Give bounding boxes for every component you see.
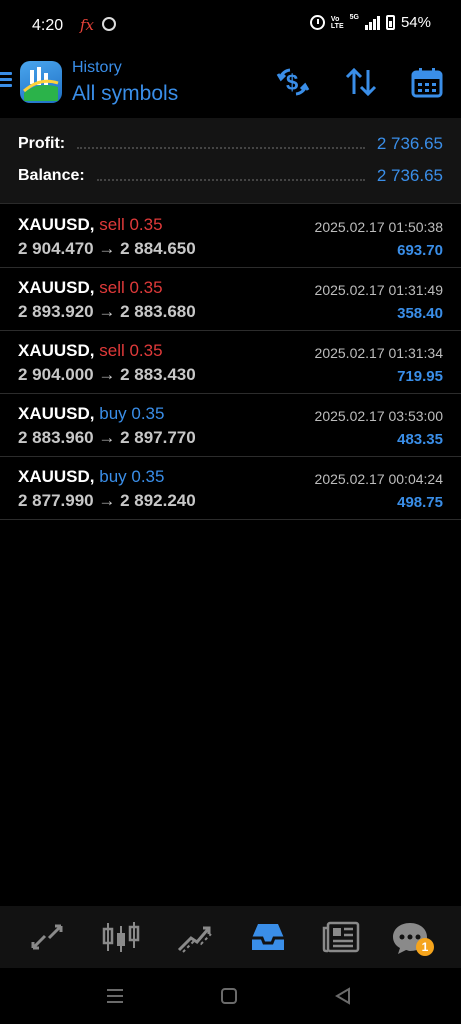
signal-icon xyxy=(364,15,380,30)
sort-icon[interactable] xyxy=(344,66,378,98)
deal-row[interactable]: XAUUSD, sell 0.35 2 904.000 → 2 883.430 … xyxy=(0,331,461,394)
deal-profit: 498.75 xyxy=(397,494,443,511)
fx-app-icon: fx xyxy=(80,16,95,34)
deal-profit: 358.40 xyxy=(397,305,443,322)
messages-icon[interactable]: 1 xyxy=(390,918,434,956)
history-icon[interactable] xyxy=(248,918,288,956)
deal-prices: 2 904.470 → 2 884.650 xyxy=(18,239,196,258)
deal-header: XAUUSD, sell 0.35 xyxy=(18,341,163,361)
deal-header: XAUUSD, buy 0.35 xyxy=(18,467,164,487)
balance-value: 2 736.65 xyxy=(376,166,443,185)
profit-value: 2 736.65 xyxy=(376,134,443,153)
deal-prices: 2 904.000 → 2 883.430 xyxy=(18,365,196,384)
dotted-leader xyxy=(77,139,365,149)
header-subtitle: History xyxy=(72,59,122,76)
deal-symbol: XAUUSD, xyxy=(18,404,95,423)
profit-row: Profit: 2 736.65 xyxy=(18,132,443,156)
volte-bottom: LTE xyxy=(330,22,344,30)
news-icon[interactable] xyxy=(322,918,362,956)
profit-label: Profit: xyxy=(18,135,66,152)
calendar-icon[interactable] xyxy=(410,66,444,98)
status-bar: 4:20 fx Vo LTE 5G 54% xyxy=(0,0,461,52)
volte-top: Vo xyxy=(330,15,340,23)
deal-time: 2025.02.17 01:50:38 xyxy=(314,219,443,235)
back-icon[interactable] xyxy=(332,985,354,1007)
account-summary: Profit: 2 736.65 Balance: 2 736.65 xyxy=(0,118,461,204)
deal-prices: 2 877.990 → 2 892.240 xyxy=(18,491,196,510)
deal-row[interactable]: XAUUSD, sell 0.35 2 893.920 → 2 883.680 … xyxy=(0,268,461,331)
deal-symbol: XAUUSD, xyxy=(18,467,95,486)
volte-icon: Vo LTE xyxy=(331,16,344,30)
deal-symbol: XAUUSD, xyxy=(18,341,95,360)
battery-icon xyxy=(385,15,395,30)
deal-list: XAUUSD, sell 0.35 2 904.470 → 2 884.650 … xyxy=(0,205,461,520)
deal-profit: 483.35 xyxy=(397,431,443,448)
notification-app-icon xyxy=(102,17,116,31)
alarm-icon xyxy=(309,15,325,30)
deal-type: sell 0.35 xyxy=(99,278,163,297)
header-title[interactable]: All symbols xyxy=(72,82,178,106)
metatrader-logo[interactable] xyxy=(20,61,62,103)
trade-icon[interactable] xyxy=(175,918,215,956)
app-header: History All symbols $ xyxy=(0,52,461,118)
deal-header: XAUUSD, sell 0.35 xyxy=(18,278,163,298)
deal-profit: 719.95 xyxy=(397,368,443,385)
deal-type: buy 0.35 xyxy=(99,467,165,486)
system-nav xyxy=(0,968,461,1024)
deal-header: XAUUSD, buy 0.35 xyxy=(18,404,164,424)
menu-icon[interactable] xyxy=(0,72,12,88)
deal-symbol: XAUUSD, xyxy=(18,215,95,234)
quotes-icon[interactable] xyxy=(27,918,67,956)
balance-row: Balance: 2 736.65 xyxy=(18,164,443,188)
dotted-leader xyxy=(96,171,365,181)
deal-type: sell 0.35 xyxy=(99,341,163,360)
status-right: Vo LTE 5G 54% xyxy=(309,14,431,31)
deal-row[interactable]: XAUUSD, sell 0.35 2 904.470 → 2 884.650 … xyxy=(0,205,461,268)
deal-row[interactable]: XAUUSD, buy 0.35 2 877.990 → 2 892.240 2… xyxy=(0,457,461,520)
messages-badge: 1 xyxy=(416,938,434,956)
chart-icon[interactable] xyxy=(101,918,141,956)
currency-sync-icon[interactable]: $ xyxy=(276,66,310,98)
deal-time: 2025.02.17 00:04:24 xyxy=(314,471,443,487)
bottom-nav: 1 xyxy=(0,906,461,968)
battery-percent: 54% xyxy=(400,14,431,31)
deal-row[interactable]: XAUUSD, buy 0.35 2 883.960 → 2 897.770 2… xyxy=(0,394,461,457)
deal-prices: 2 883.960 → 2 897.770 xyxy=(18,428,196,447)
network-gen: 5G xyxy=(349,14,359,21)
home-icon[interactable] xyxy=(218,985,240,1007)
status-time: 4:20 xyxy=(32,17,64,34)
deal-header: XAUUSD, sell 0.35 xyxy=(18,215,163,235)
deal-time: 2025.02.17 03:53:00 xyxy=(314,408,443,424)
deal-type: buy 0.35 xyxy=(99,404,165,423)
deal-time: 2025.02.17 01:31:34 xyxy=(314,345,443,361)
recent-apps-icon[interactable] xyxy=(104,985,126,1007)
svg-text:$: $ xyxy=(286,70,298,95)
deal-time: 2025.02.17 01:31:49 xyxy=(314,282,443,298)
deal-profit: 693.70 xyxy=(397,242,443,259)
deal-prices: 2 893.920 → 2 883.680 xyxy=(18,302,196,321)
deal-symbol: XAUUSD, xyxy=(18,278,95,297)
balance-label: Balance: xyxy=(18,167,85,184)
deal-type: sell 0.35 xyxy=(99,215,163,234)
